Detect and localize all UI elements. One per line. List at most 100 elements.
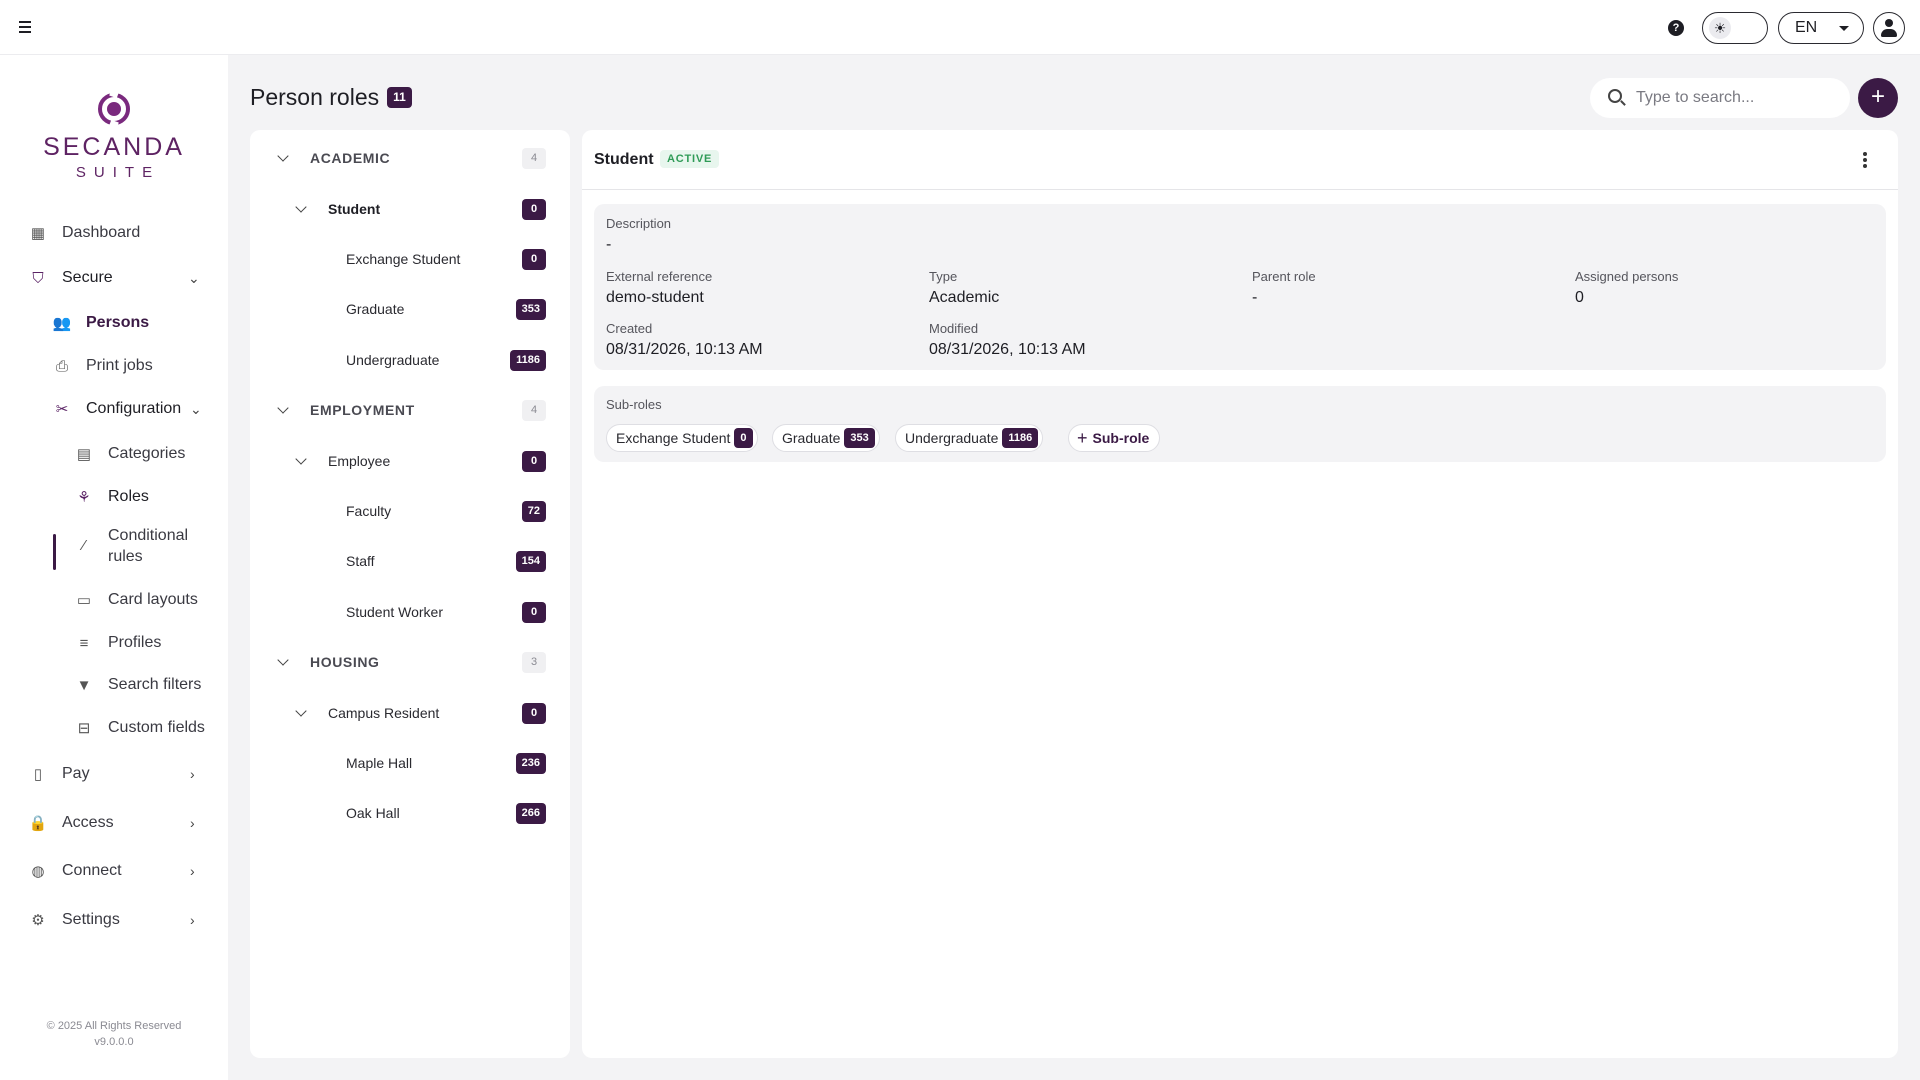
role-info-card: Description - External reference demo-st… <box>594 204 1886 370</box>
subrole-chip-count: 1186 <box>1002 428 1039 448</box>
tree-group-employment[interactable]: EMPLOYMENT 4 <box>250 390 570 430</box>
status-badge: ACTIVE <box>660 150 720 168</box>
parent-role-value: - <box>1252 289 1258 306</box>
tree-row-count: 0 <box>522 601 546 623</box>
theme-toggle[interactable]: ☀ <box>1702 12 1768 44</box>
tree-row-count: 353 <box>515 298 546 320</box>
tree-item-maple-hall[interactable]: Maple Hall 236 <box>250 743 570 783</box>
tree-row-count: 1186 <box>510 349 546 371</box>
tree-row-label: Exchange Student <box>346 251 461 267</box>
printer-icon: ⎙ <box>55 357 68 375</box>
subrole-chip-exchange-student[interactable]: Exchange Student 0 <box>606 424 758 452</box>
external-reference-value: demo-student <box>606 289 704 306</box>
created-label: Created <box>606 321 653 336</box>
tree-item-graduate[interactable]: Graduate 353 <box>250 289 570 329</box>
add-subrole-button[interactable]: + Sub-role <box>1068 424 1161 452</box>
user-icon <box>1885 19 1893 27</box>
people-icon: 👥 <box>52 315 72 332</box>
tree-row-count: 236 <box>515 752 546 774</box>
copyright-text: © 2025 All Rights Reserved <box>46 1020 182 1032</box>
tree-item-staff[interactable]: Staff 154 <box>250 541 570 581</box>
tree-row-count: 0 <box>522 702 546 724</box>
subrole-chip-label: Exchange Student <box>616 430 731 446</box>
tree-item-student-worker[interactable]: Student Worker 0 <box>250 592 570 632</box>
sidebar-item-label: Secure <box>62 269 113 286</box>
sidebar-item-label: Search filters <box>108 676 202 693</box>
sidebar-item-label: Settings <box>62 911 120 928</box>
subrole-chip-graduate[interactable]: Graduate 353 <box>772 424 880 452</box>
hierarchy-icon: ⚘ <box>77 489 91 506</box>
chevron-down-icon[interactable] <box>276 151 290 165</box>
tree-group-housing[interactable]: HOUSING 3 <box>250 642 570 682</box>
sidebar-item-label: Card layouts <box>108 591 198 608</box>
sidebar-item-print-jobs[interactable]: ⎙ Print jobs <box>52 348 212 384</box>
chevron-down-icon: ⌄ <box>188 269 200 286</box>
sidebar-item-configuration[interactable]: ✂ Configuration ⌄ <box>52 391 212 427</box>
sidebar-item-profiles[interactable]: ≡ Profiles <box>74 625 214 661</box>
tree-row-label: Faculty <box>346 503 392 519</box>
external-reference-label: External reference <box>606 269 713 284</box>
chevron-down-icon[interactable] <box>294 706 308 720</box>
sidebar-item-label: Custom fields <box>108 719 205 736</box>
tree-row-count: 4 <box>522 399 546 421</box>
sliders-icon: ≡ <box>79 634 89 652</box>
brand-name: SECANDA <box>43 133 185 161</box>
subrole-chip-undergraduate[interactable]: Undergraduate 1186 <box>895 424 1044 452</box>
chevron-down-icon[interactable] <box>276 655 290 669</box>
sidebar-item-pay[interactable]: ▯ Pay › <box>28 756 208 792</box>
parent-role-label: Parent role <box>1252 269 1316 284</box>
tree-row-count: 0 <box>522 450 546 472</box>
sidebar-item-categories[interactable]: ▤ Categories <box>74 436 214 472</box>
version-text: v9.0.0.0 <box>94 1036 134 1048</box>
page-title: Person roles 11 <box>250 84 412 111</box>
sidebar-item-connect[interactable]: ◍ Connect › <box>28 853 208 889</box>
tree-item-employee[interactable]: Employee 0 <box>250 441 570 481</box>
sidebar-item-access[interactable]: 🔒 Access › <box>28 805 208 841</box>
caret-down-icon <box>1839 26 1849 31</box>
help-circle-icon[interactable]: ? <box>1668 20 1684 36</box>
hamburger-menu-icon[interactable] <box>16 17 36 37</box>
tree-item-campus-resident[interactable]: Campus Resident 0 <box>250 693 570 733</box>
sidebar-item-conditional-rules[interactable]: ⁄ Conditional rules <box>74 525 214 569</box>
sun-icon: ☀ <box>1709 17 1731 39</box>
role-title: Student <box>594 151 654 168</box>
tree-row-label: Employee <box>328 453 391 469</box>
chevron-down-icon[interactable] <box>294 454 308 468</box>
tree-item-student[interactable]: Student 0 <box>250 189 570 229</box>
type-value: Academic <box>929 289 1000 306</box>
sidebar-item-settings[interactable]: ⚙ Settings › <box>28 902 208 938</box>
roles-count-badge: 11 <box>387 87 412 108</box>
sidebar-item-label: Print jobs <box>86 357 153 374</box>
tree-item-undergraduate[interactable]: Undergraduate 1186 <box>250 340 570 380</box>
sidebar-item-roles[interactable]: ⚘ Roles <box>74 479 214 515</box>
chevron-right-icon: › <box>190 766 195 782</box>
sidebar-item-search-filters[interactable]: ▼ Search filters <box>74 667 214 703</box>
description-label: Description <box>606 216 672 231</box>
search-input[interactable] <box>1636 87 1836 109</box>
chevron-down-icon[interactable] <box>294 202 308 216</box>
shield-icon: ⛉ <box>32 269 44 287</box>
add-subrole-label: Sub-role <box>1092 430 1150 446</box>
language-select[interactable]: EN <box>1778 12 1864 44</box>
tree-item-oak-hall[interactable]: Oak Hall 266 <box>250 793 570 833</box>
add-role-button[interactable]: + <box>1858 78 1898 118</box>
chevron-right-icon: › <box>190 863 195 879</box>
pay-terminal-icon: ▯ <box>33 766 43 783</box>
tools-icon: ✂ <box>55 401 69 418</box>
sidebar-item-secure[interactable]: ⛉ Secure ⌄ <box>28 260 208 296</box>
sidebar-item-persons[interactable]: 👥 Persons <box>52 305 212 341</box>
globe-icon: ◍ <box>31 863 45 880</box>
tree-item-exchange-student[interactable]: Exchange Student 0 <box>250 239 570 279</box>
tree-row-count: 0 <box>522 248 546 270</box>
sidebar-item-custom-fields[interactable]: ⊟ Custom fields <box>74 710 214 746</box>
tree-item-faculty[interactable]: Faculty 72 <box>250 491 570 531</box>
gear-icon: ⚙ <box>31 912 45 929</box>
chevron-down-icon[interactable] <box>276 403 290 417</box>
sidebar-item-dashboard[interactable]: ▦ Dashboard <box>28 215 208 251</box>
more-options-icon[interactable] <box>1862 152 1868 168</box>
user-account-button[interactable] <box>1873 12 1905 44</box>
sidebar-item-card-layouts[interactable]: ▭ Card layouts <box>74 582 214 618</box>
tree-group-academic[interactable]: ACADEMIC 4 <box>250 138 570 178</box>
created-value: 08/31/2026, 10:13 AM <box>606 341 763 358</box>
tree-row-count: 154 <box>515 550 546 572</box>
